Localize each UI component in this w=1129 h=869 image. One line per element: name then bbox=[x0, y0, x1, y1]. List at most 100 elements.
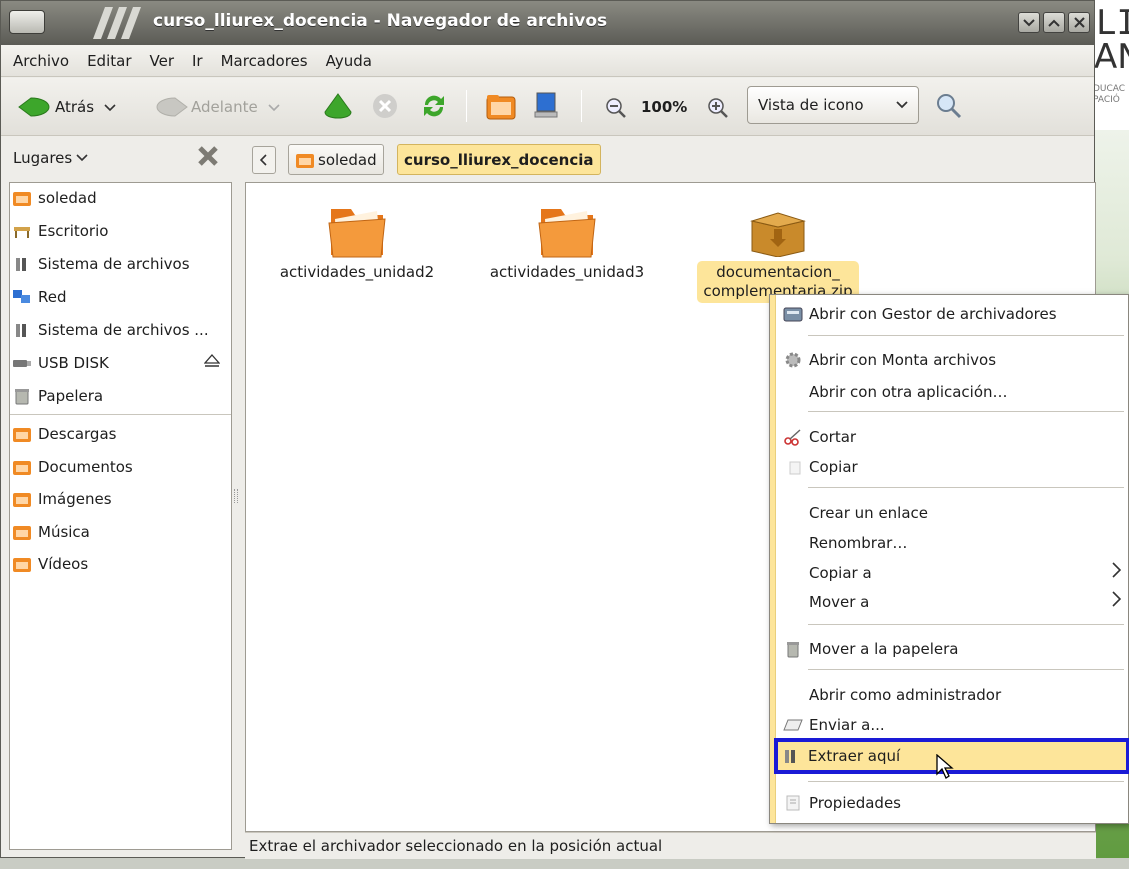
menu-item-open-archiver[interactable]: Abrir con Gestor de archivadores bbox=[777, 300, 1127, 328]
context-menu: Abrir con Gestor de archivadores Abrir c… bbox=[769, 294, 1129, 824]
chevron-down-icon bbox=[896, 101, 908, 109]
folder-icon bbox=[13, 558, 31, 572]
sidebar-item-papelera[interactable]: Papelera bbox=[12, 387, 103, 405]
location-bar: Lugares soledad curso_lliurex_docencia bbox=[1, 137, 1094, 181]
menu-ir[interactable]: Ir bbox=[192, 52, 203, 70]
view-mode-select[interactable]: Vista de icono bbox=[747, 86, 919, 124]
menu-marcadores[interactable]: Marcadores bbox=[221, 52, 308, 70]
close-sidebar-button[interactable] bbox=[197, 145, 219, 171]
toolbar: Atrás Adelante 100% Vista de icono bbox=[1, 78, 1094, 136]
sidebar-item-sistema-archivos-2[interactable]: Sistema de archivos ... bbox=[12, 321, 209, 339]
computer-icon bbox=[534, 92, 558, 118]
menu-editar[interactable]: Editar bbox=[87, 52, 131, 70]
zoom-out-button[interactable] bbox=[605, 97, 627, 119]
forward-button[interactable]: Adelante bbox=[155, 96, 280, 118]
search-icon bbox=[937, 94, 962, 119]
view-mode-value: Vista de icono bbox=[758, 96, 864, 114]
close-icon bbox=[1073, 17, 1085, 28]
menu-ver[interactable]: Ver bbox=[150, 52, 175, 70]
sidebar-item-sistema-archivos[interactable]: Sistema de archivos bbox=[12, 255, 190, 273]
desktop-icon bbox=[14, 227, 30, 238]
close-button[interactable] bbox=[1068, 12, 1090, 33]
trash-icon bbox=[15, 389, 29, 405]
archive-box-icon bbox=[750, 212, 806, 258]
sidebar-item-usb-disk[interactable]: USB DISK bbox=[12, 354, 228, 372]
usb-drive-icon bbox=[13, 360, 31, 367]
folder-icon bbox=[13, 526, 31, 540]
menu-ayuda[interactable]: Ayuda bbox=[326, 52, 372, 70]
menu-item-copy[interactable]: Copiar bbox=[777, 453, 1127, 481]
window-menu-button[interactable] bbox=[9, 10, 45, 34]
title-bar[interactable]: curso_lliurex_docencia - Navegador de ar… bbox=[1, 1, 1094, 45]
reload-button[interactable] bbox=[419, 91, 449, 121]
home-folder-icon bbox=[13, 192, 31, 206]
eject-icon[interactable] bbox=[203, 354, 221, 372]
forward-label: Adelante bbox=[191, 98, 258, 116]
folder-icon bbox=[328, 209, 386, 258]
desktop-panel bbox=[0, 858, 1129, 869]
menu-item-move-to-trash[interactable]: Mover a la papelera bbox=[777, 635, 1127, 663]
folder-icon bbox=[538, 209, 596, 258]
sidebar-selector[interactable]: Lugares bbox=[13, 149, 88, 167]
menu-item-make-link[interactable]: Crear un enlace bbox=[777, 499, 1127, 527]
menu-item-open-as-admin[interactable]: Abrir como administrador bbox=[777, 681, 1127, 709]
archive-manager-icon bbox=[783, 307, 803, 322]
sidebar: soledad Escritorio Sistema de archivos R… bbox=[9, 182, 232, 850]
menu-item-rename[interactable]: Renombrar… bbox=[777, 529, 1127, 557]
sidebar-item-imagenes[interactable]: Imágenes bbox=[12, 490, 112, 508]
chevron-up-icon bbox=[1048, 19, 1060, 27]
menu-item-copy-to[interactable]: Copiar a bbox=[777, 559, 1127, 587]
breadcrumb-home-label: soledad bbox=[318, 150, 377, 169]
minimize-button[interactable] bbox=[1018, 12, 1040, 33]
up-arrow-icon bbox=[324, 93, 352, 119]
menu-archivo[interactable]: Archivo bbox=[13, 52, 69, 70]
stop-button[interactable] bbox=[371, 92, 399, 120]
menu-item-move-to[interactable]: Mover a bbox=[777, 588, 1127, 616]
sidebar-item-documentos[interactable]: Documentos bbox=[12, 458, 133, 476]
sidebar-item-videos[interactable]: Vídeos bbox=[12, 555, 88, 573]
sidebar-item-musica[interactable]: Música bbox=[12, 523, 90, 541]
drive-icon bbox=[16, 258, 26, 271]
folder-icon bbox=[13, 428, 31, 442]
gear-icon bbox=[785, 352, 801, 368]
stop-icon bbox=[373, 94, 397, 118]
menu-item-open-mount[interactable]: Abrir con Monta archivos bbox=[777, 346, 1127, 374]
menu-item-cut[interactable]: Cortar bbox=[777, 423, 1127, 451]
pane-resize-handle[interactable] bbox=[234, 489, 238, 503]
chevron-down-icon[interactable] bbox=[104, 98, 116, 116]
file-item-folder[interactable]: actividades_unidad2 bbox=[262, 201, 452, 281]
back-button[interactable]: Atrás bbox=[17, 96, 116, 118]
zoom-level: 100% bbox=[641, 98, 688, 116]
file-name: actividades_unidad2 bbox=[279, 263, 435, 281]
sidebar-item-escritorio[interactable]: Escritorio bbox=[12, 222, 108, 240]
home-button[interactable] bbox=[485, 91, 517, 121]
breadcrumb-home[interactable]: soledad bbox=[288, 144, 384, 175]
sidebar-item-descargas[interactable]: Descargas bbox=[12, 425, 116, 443]
menu-item-open-other[interactable]: Abrir con otra aplicación… bbox=[777, 378, 1127, 406]
path-back-arrow[interactable] bbox=[252, 146, 276, 174]
desktop-text-small: DUCAC PACIÓ bbox=[1093, 84, 1126, 105]
computer-button[interactable] bbox=[531, 90, 561, 120]
send-icon bbox=[783, 719, 803, 731]
sidebar-item-soledad[interactable]: soledad bbox=[12, 189, 97, 207]
menu-item-properties[interactable]: Propiedades bbox=[777, 789, 1127, 817]
titlebar-stripes-icon bbox=[93, 7, 141, 39]
back-label: Atrás bbox=[55, 98, 95, 116]
breadcrumb-current[interactable]: curso_lliurex_docencia bbox=[397, 144, 601, 175]
zoom-in-icon bbox=[708, 98, 728, 118]
sidebar-item-red[interactable]: Red bbox=[12, 288, 67, 306]
status-text: Extrae el archivador seleccionado en la … bbox=[249, 837, 663, 855]
properties-icon bbox=[786, 795, 800, 811]
mouse-cursor-icon bbox=[936, 754, 954, 779]
file-item-folder[interactable]: actividades_unidad3 bbox=[472, 201, 662, 281]
zoom-in-button[interactable] bbox=[707, 97, 729, 119]
chevron-down-icon[interactable] bbox=[268, 98, 280, 116]
status-bar: Extrae el archivador seleccionado en la … bbox=[245, 832, 1096, 859]
maximize-button[interactable] bbox=[1043, 12, 1065, 33]
file-item-archive[interactable]: documentacion_ complementaria.zip bbox=[682, 205, 874, 303]
forward-arrow-icon bbox=[156, 97, 188, 117]
menu-item-send-to[interactable]: Enviar a... bbox=[777, 711, 1127, 739]
search-button[interactable] bbox=[935, 92, 963, 120]
folder-icon bbox=[13, 461, 31, 475]
up-button[interactable] bbox=[323, 92, 353, 120]
